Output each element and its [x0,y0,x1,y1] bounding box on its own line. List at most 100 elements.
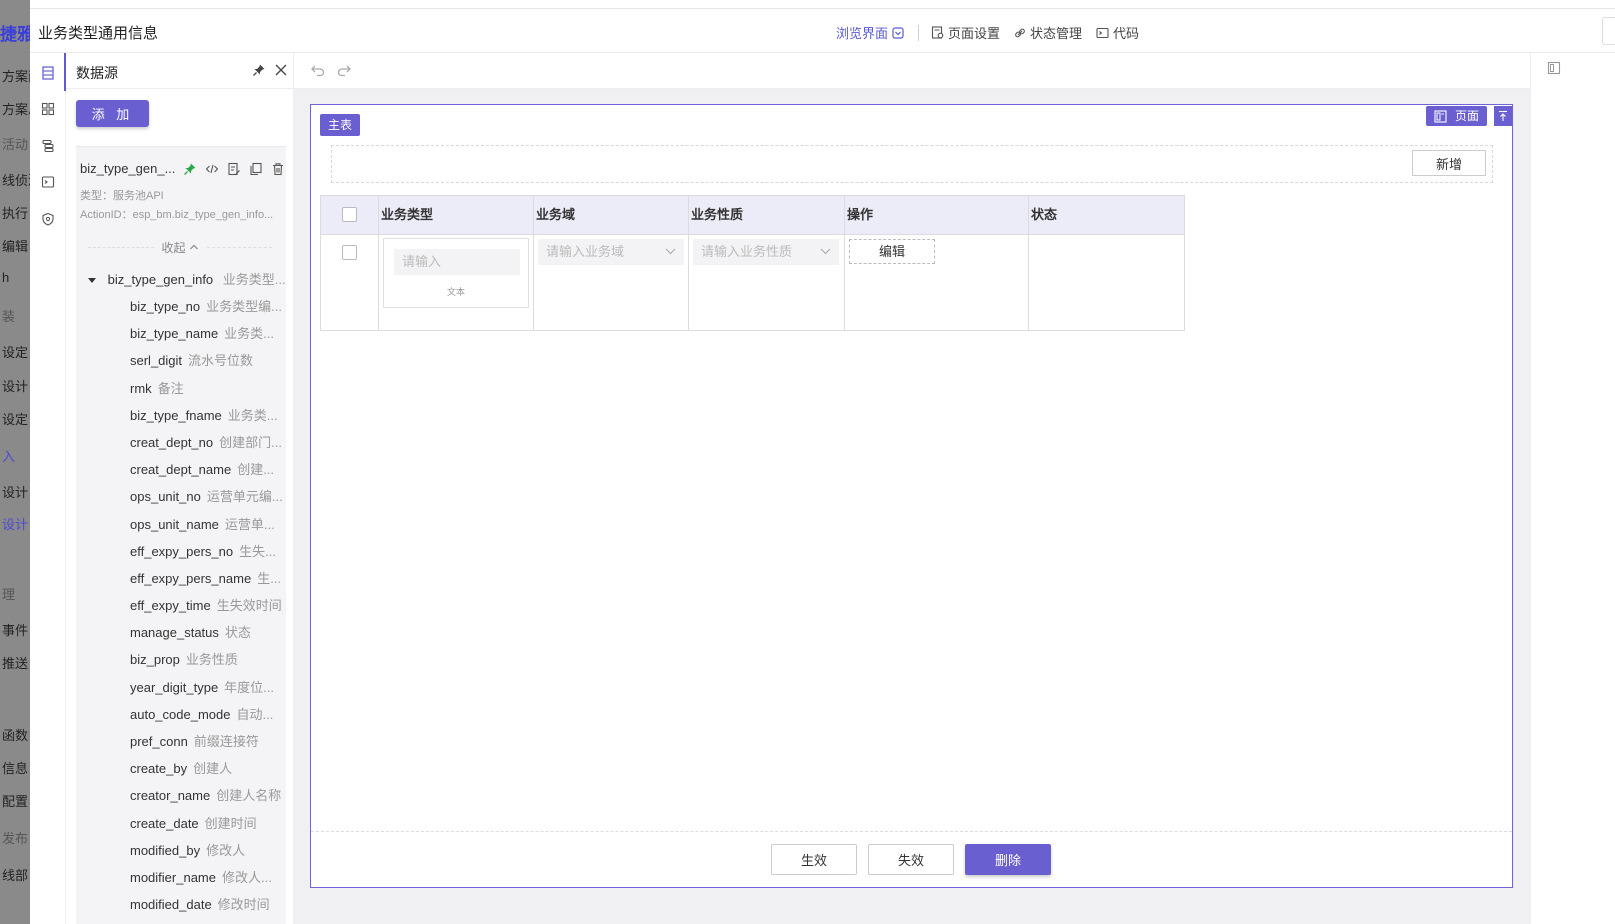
business-domain-select[interactable]: 请输入业务域 [538,239,684,265]
column-header[interactable]: 业务类型 [378,196,533,235]
field-item[interactable]: biz_type_fname 业务类... [130,405,286,432]
column-header[interactable]: 业务性质 [688,196,844,235]
console-tab[interactable] [38,172,58,192]
datasource-type: 类型：服务池API [80,190,164,202]
state-management-label: 状态管理 [1030,26,1083,41]
page-settings-icon [931,26,944,39]
delete-icon[interactable] [270,161,286,177]
add-datasource-button[interactable]: 添 加 [76,100,149,127]
column-header[interactable]: 状态 [1028,196,1184,235]
redo-icon[interactable] [336,63,352,80]
form-designer-frame[interactable]: 主表 页面 新增 业务类型 业务域 业务性质 操作 状态 请输入 文本 请输入业… [310,104,1513,888]
field-description: 业务性质 [185,652,238,668]
field-item[interactable]: auto_code_mode 自动... [130,704,286,731]
field-item[interactable]: creat_dept_no 创建部门... [130,432,286,459]
background-menu-item: 信息 [2,761,29,776]
delete-button[interactable]: 删除 [965,844,1051,875]
code-button[interactable]: 代码 [1096,23,1139,42]
tree-root-desc: 业务类型... [222,272,286,287]
business-domain-placeholder: 请输入业务域 [546,244,625,259]
field-description: 创建部门... [219,434,282,450]
datasource-card[interactable]: biz_type_gen_... 类型：服务池API ActionID：esp_… [76,146,286,924]
datasource-tab[interactable] [38,53,66,91]
caret-down-icon[interactable] [88,278,96,284]
field-description: 业务类... [224,326,275,342]
field-item[interactable]: create_by 创建人 [130,758,286,785]
tree-root-node[interactable]: biz_type_gen_info 业务类型... [88,269,286,288]
field-description: 创建人名称 [216,788,282,804]
move-up-icon[interactable] [1494,106,1512,126]
background-menu-item: 发布 [2,831,29,846]
field-item[interactable]: create_date 创建时间 [130,813,286,840]
field-item[interactable]: eff_expy_pers_no 生失... [130,541,286,568]
close-icon[interactable] [274,63,288,80]
structure-tab[interactable] [38,136,58,156]
field-description: 前缀连接符 [193,734,259,749]
field-description: 业务类... [227,407,278,423]
field-item[interactable]: creat_dept_name 创建... [130,459,286,486]
field-name: serl_digit [130,353,183,369]
field-item[interactable]: modified_by 修改人 [130,840,286,867]
field-item[interactable]: pref_conn 前缀连接符 [130,731,286,758]
business-property-select[interactable]: 请输入业务性质 [693,239,839,265]
field-name: modifier_name [130,869,216,885]
properties-icon[interactable] [1547,61,1561,78]
status-cell [1028,235,1184,330]
background-menu-item: 线侦测 [2,173,30,188]
undo-icon[interactable] [310,63,326,80]
activate-button[interactable]: 生效 [771,844,857,875]
column-header[interactable]: 操作 [844,196,1028,235]
field-description: 生失效时间 [216,598,282,614]
state-management-button[interactable]: 状态管理 [1014,23,1082,42]
field-item[interactable]: biz_type_name 业务类... [130,323,286,350]
background-menu-item: 设计 [2,379,29,394]
collapse-toggle[interactable]: 收起 [80,239,280,255]
select-all-checkbox[interactable] [342,207,357,222]
field-item[interactable]: biz_type_no 业务类型编... [130,296,286,323]
pin-icon[interactable] [252,63,266,80]
edit-document-icon[interactable] [226,161,242,177]
background-menu-item: 装 [2,309,16,324]
business-property-cell: 请输入业务性质 [688,235,844,330]
tree-structure-icon [42,139,54,153]
field-item[interactable]: ops_unit_name 运营单... [130,514,286,541]
field-item[interactable]: serl_digit 流水号位数 [130,350,286,377]
left-icon-rail [30,53,66,924]
field-name: auto_code_mode [130,706,231,722]
background-menu-item: 设计 [2,517,29,532]
edit-button[interactable]: 编辑 [849,239,935,264]
header-right-button[interactable] [1602,17,1615,45]
field-item[interactable]: eff_expy_pers_name 生... [130,568,286,595]
field-item[interactable]: modifier_name 修改人... [130,867,286,894]
page-settings-button[interactable]: 页面设置 [931,23,1000,42]
deactivate-button[interactable]: 失效 [868,844,954,875]
field-item[interactable]: modified_date 修改时间 [130,894,286,921]
new-button[interactable]: 新增 [1412,150,1486,176]
row-checkbox[interactable] [342,245,357,260]
field-item[interactable]: biz_prop 业务性质 [130,649,286,676]
pin-icon[interactable] [182,161,198,177]
code-icon[interactable] [204,161,220,177]
datasource-actions [182,161,286,177]
background-menu-item: h [2,270,10,285]
field-item[interactable]: eff_expy_time 生失效时间 [130,595,286,622]
field-item[interactable]: creator_name 创建人名称 [130,785,286,812]
field-item[interactable]: manage_status 状态 [130,622,286,649]
field-item[interactable]: rmk 备注 [130,378,286,405]
page-tag[interactable]: 页面 [1426,106,1488,126]
browse-view-button[interactable]: 浏览界面 [836,23,904,42]
field-item[interactable]: year_digit_type 年度位... [130,677,286,704]
background-menu-item: 函数 [2,728,29,743]
background-menu-item: 理 [2,587,16,602]
components-tab[interactable] [38,99,58,119]
tree-root-name: biz_type_gen_info [107,272,214,287]
field-item[interactable]: ops_unit_no 运营单元编... [130,486,286,513]
permission-tab[interactable] [38,209,58,229]
business-property-placeholder: 请输入业务性质 [701,244,793,259]
copy-icon[interactable] [248,161,264,177]
column-header[interactable]: 业务域 [533,196,688,235]
main-table-tag[interactable]: 主表 [320,114,361,136]
business-type-input[interactable]: 请输入 [394,249,520,275]
text-field-component[interactable]: 请输入 文本 [383,238,529,308]
operation-cell: 编辑 [844,235,1028,330]
